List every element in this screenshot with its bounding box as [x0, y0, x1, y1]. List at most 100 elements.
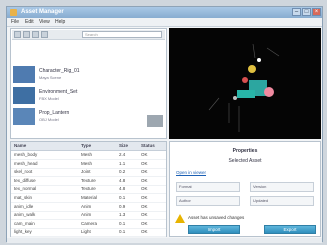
field-label: Updated [253, 198, 269, 203]
table-cell: mesh_body [14, 152, 38, 157]
back-icon[interactable] [14, 31, 21, 38]
table-cell: OK [141, 186, 148, 192]
field-updated[interactable]: Updated [250, 196, 314, 206]
table-cell: 1.1 [119, 160, 126, 166]
close-icon[interactable]: × [312, 8, 321, 16]
table-cell: cam_main [14, 220, 35, 226]
menu-edit[interactable]: Edit [25, 19, 34, 25]
asset-name: Character_Rig_01 [39, 68, 80, 74]
table-cell: OK [141, 152, 148, 157]
column-header[interactable]: Name [14, 143, 26, 148]
menu-file[interactable]: File [11, 19, 19, 25]
table-cell: mat_skin [14, 195, 33, 200]
table-cell: skel_root [14, 169, 33, 175]
table-cell: Mesh [81, 152, 93, 157]
column-header[interactable]: Status [141, 143, 155, 148]
table-cell: 4.8 [119, 177, 126, 183]
table-cell: 0.1 [119, 195, 126, 200]
open-viewer-link[interactable]: Open in viewer [176, 170, 206, 175]
asset-name: Environment_Set [39, 89, 78, 95]
table-cell: Camera [81, 220, 98, 226]
field-label: Author [179, 198, 191, 203]
column-header[interactable]: Type [81, 143, 91, 148]
column-header[interactable]: Size [119, 143, 128, 148]
table-cell: 1.3 [119, 212, 126, 218]
asset-thumbnail [13, 87, 35, 104]
status-bar [7, 238, 322, 243]
panel-subtitle: Selected Asset [228, 158, 262, 164]
table-cell: 2.4 [119, 152, 126, 157]
joint-marker [257, 58, 261, 62]
table-cell: Joint [81, 169, 91, 175]
table-cell: OK [141, 160, 148, 166]
asset-type: OBJ Model [39, 117, 59, 122]
field-format[interactable]: Format [176, 182, 240, 192]
title-bar: Asset Manager – □ × [7, 7, 322, 18]
warning-text: Asset has unsaved changes [188, 215, 245, 220]
table-cell: Texture [81, 186, 96, 192]
table-cell: 4.8 [119, 186, 126, 192]
joint-marker [242, 77, 248, 83]
table-cell: OK [141, 169, 148, 175]
mini-preview [147, 115, 163, 127]
table-header: Name Type Size Status [11, 142, 166, 151]
asset-thumbnail [13, 66, 35, 83]
field-version[interactable]: Version [250, 182, 314, 192]
table-cell: OK [141, 177, 148, 183]
field-author[interactable]: Author [176, 196, 240, 206]
asset-type: FBX Model [39, 96, 59, 101]
forward-icon[interactable] [23, 31, 30, 38]
table-cell: Mesh [81, 160, 93, 166]
asset-type: Maya Scene [39, 75, 62, 80]
table-row[interactable]: light_key Light 0.1 OK [11, 228, 166, 238]
menu-bar: File Edit View Help [7, 18, 322, 27]
table-cell: OK [141, 195, 148, 200]
properties-panel: Properties Selected Asset Open in viewer… [169, 141, 321, 237]
table-cell: OK [141, 212, 148, 218]
table-cell: light_key [14, 229, 32, 235]
table-cell: mesh_head [14, 160, 38, 166]
table-cell: 0.9 [119, 203, 126, 209]
field-label: Version [253, 184, 267, 189]
joint-marker [248, 65, 256, 73]
app-window: Asset Manager – □ × File Edit View Help … [6, 6, 323, 243]
export-button[interactable]: Export [264, 225, 316, 234]
browser-toolbar: Search [12, 30, 165, 40]
joint-marker [233, 96, 237, 100]
model-arm [237, 90, 255, 98]
app-icon [10, 9, 17, 16]
table-cell: anim_walk [14, 212, 36, 218]
menu-help[interactable]: Help [55, 19, 65, 25]
components-table: Name Type Size Status mesh_body Mesh 2.4 OK… [10, 141, 167, 238]
table-cell: Material [81, 195, 98, 200]
minimize-icon[interactable]: – [292, 8, 301, 16]
table-cell: 0.1 [119, 229, 126, 235]
table-cell: Texture [81, 177, 96, 183]
asset-item[interactable]: Prop_Lantern OBJ Model [13, 108, 164, 126]
panel-title: Properties [232, 148, 258, 154]
table-cell: 0.2 [119, 169, 126, 175]
folder-icon[interactable] [41, 31, 48, 38]
maximize-icon[interactable]: □ [302, 8, 311, 16]
3d-viewport[interactable] [169, 28, 321, 139]
asset-browser: Search Character_Rig_01 Maya Scene Envir… [10, 28, 167, 139]
import-button[interactable]: Import [188, 225, 240, 234]
field-label: Format [179, 184, 192, 189]
warning-icon [175, 214, 185, 223]
table-cell: OK [141, 203, 148, 209]
search-input[interactable]: Search [82, 31, 162, 38]
asset-item[interactable]: Environment_Set FBX Model [13, 87, 164, 105]
viewport-canvas [208, 43, 280, 132]
window-title: Asset Manager [21, 9, 64, 15]
table-cell: Light [81, 229, 91, 235]
table-cell: Anim [81, 203, 92, 209]
table-cell: tex_diffuse [14, 177, 36, 183]
asset-item[interactable]: Character_Rig_01 Maya Scene [13, 66, 164, 84]
refresh-icon[interactable] [32, 31, 39, 38]
menu-view[interactable]: View [39, 19, 50, 25]
table-cell: OK [141, 220, 148, 226]
table-cell: 0.1 [119, 220, 126, 226]
asset-name: Prop_Lantern [39, 110, 70, 116]
model-head [264, 87, 274, 97]
table-cell: OK [141, 229, 148, 235]
